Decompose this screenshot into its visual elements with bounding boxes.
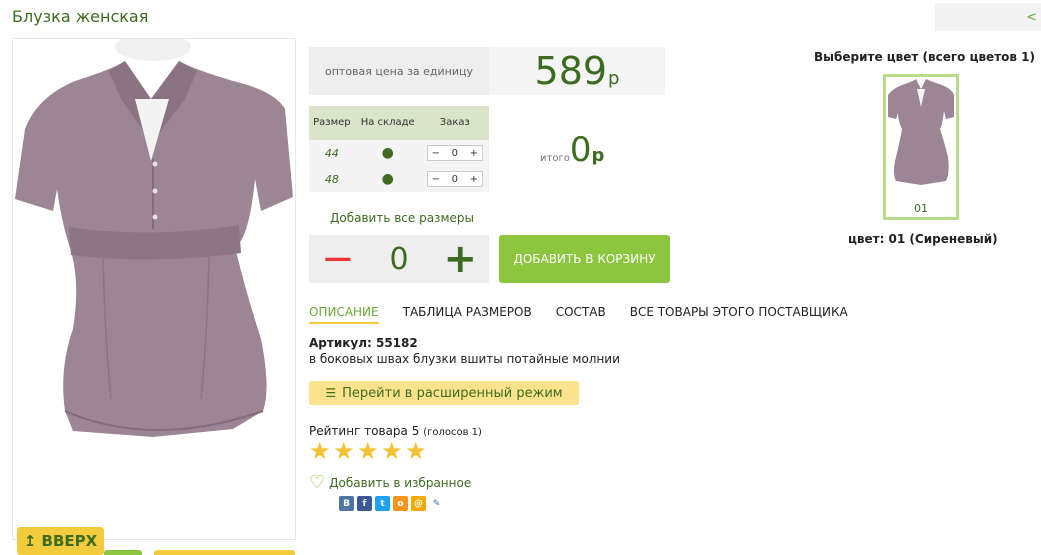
quantity-value[interactable]: 0	[444, 148, 466, 159]
livejournal-icon[interactable]: ✎	[429, 496, 444, 511]
swatch-thumbnail	[888, 79, 954, 185]
quantity-stepper: − 0 +	[426, 145, 483, 161]
minus-button[interactable]: −	[321, 239, 355, 279]
order-cell: − 0 +	[420, 140, 489, 166]
product-tabs: ОПИСАНИЕ ТАБЛИЦА РАЗМЕРОВ СОСТАВ ВСЕ ТОВ…	[309, 305, 848, 324]
star-icon[interactable]: ★	[309, 439, 331, 463]
tab-supplier-products[interactable]: ВСЕ ТОВАРЫ ЭТОГО ПОСТАВЩИКА	[630, 305, 848, 324]
star-icon[interactable]: ★	[405, 439, 427, 463]
bottom-yellow-button[interactable]	[154, 550, 295, 555]
stock-header: На складе	[354, 106, 421, 140]
size-cell: 48	[309, 166, 355, 192]
table-row: 44 ● − 0 +	[309, 140, 489, 166]
decrement-button[interactable]: −	[428, 148, 444, 159]
table-row: 48 ● − 0 +	[309, 166, 489, 192]
price-value: 589 р	[489, 47, 665, 95]
quantity-value[interactable]: 0	[444, 174, 466, 185]
quantity-selector: − 0 +	[309, 235, 489, 283]
article-number: Артикул: 55182	[309, 336, 418, 350]
star-icon[interactable]: ★	[357, 439, 379, 463]
quantity-value[interactable]: 0	[389, 242, 408, 277]
star-icon[interactable]: ★	[381, 439, 403, 463]
price-currency: р	[608, 67, 620, 89]
total-amount: 0	[569, 130, 592, 170]
order-header: Заказ	[420, 106, 489, 140]
social-share: В f t о @ ✎	[339, 496, 444, 511]
add-to-cart-button[interactable]: ДОБАВИТЬ В КОРЗИНУ	[499, 235, 670, 283]
vk-icon[interactable]: В	[339, 496, 354, 511]
facebook-icon[interactable]: f	[357, 496, 372, 511]
total-currency: р	[591, 145, 605, 166]
order-cell: − 0 +	[420, 166, 489, 192]
total-label: итого	[540, 153, 570, 164]
color-heading: Выберите цвет (всего цветов 1)	[814, 50, 1035, 64]
order-total: итого0р	[540, 130, 604, 170]
tab-size-chart[interactable]: ТАБЛИЦА РАЗМЕРОВ	[403, 305, 532, 324]
swatch-code: 01	[914, 202, 928, 215]
selected-color: цвет: 01 (Сиреневый)	[848, 232, 998, 246]
rating-votes: (голосов 1)	[423, 427, 482, 438]
wholesale-price-label: оптовая цена за единицу	[309, 47, 489, 95]
bottom-green-button[interactable]	[104, 550, 142, 555]
tab-description[interactable]: ОПИСАНИЕ	[309, 305, 379, 324]
back-link[interactable]: <	[935, 3, 1041, 31]
mailru-icon[interactable]: @	[411, 496, 426, 511]
decrement-button[interactable]: −	[428, 174, 444, 185]
size-header: Размер	[309, 106, 355, 140]
increment-button[interactable]: +	[466, 174, 482, 185]
advanced-mode-button[interactable]: ☰ Перейти в расширенный режим	[309, 381, 579, 405]
page-title: Блузка женская	[12, 7, 149, 26]
rating-text: Рейтинг товара 5 (голосов 1)	[309, 424, 482, 438]
advanced-mode-label: Перейти в расширенный режим	[342, 385, 563, 401]
tab-composition[interactable]: СОСТАВ	[556, 305, 606, 324]
scroll-up-button[interactable]: ↥ ВВЕРХ	[17, 527, 104, 555]
add-to-favorites[interactable]: ♡ Добавить в избранное	[309, 472, 471, 493]
size-table: Размер На складе Заказ 44 ● − 0 + 48 ● −	[309, 106, 489, 192]
twitter-icon[interactable]: t	[375, 496, 390, 511]
product-image[interactable]	[12, 38, 296, 540]
rating-stars: ★ ★ ★ ★ ★	[309, 439, 427, 463]
heart-icon: ♡	[309, 472, 326, 493]
increment-button[interactable]: +	[466, 148, 482, 159]
favorites-label: Добавить в избранное	[329, 475, 472, 490]
quantity-stepper: − 0 +	[426, 171, 483, 187]
star-icon[interactable]: ★	[333, 439, 355, 463]
rating-label: Рейтинг товара 5	[309, 424, 420, 438]
product-description: в боковых швах блузки вшиты потайные мол…	[309, 352, 620, 366]
add-all-sizes-link[interactable]: Добавить все размеры	[330, 211, 474, 225]
odnoklassniki-icon[interactable]: о	[393, 496, 408, 511]
plus-button[interactable]: +	[443, 239, 477, 279]
stock-indicator: ●	[354, 166, 421, 192]
color-swatch[interactable]: 01	[883, 74, 959, 220]
price-amount: 589	[534, 49, 608, 93]
list-icon: ☰	[325, 386, 337, 400]
stock-indicator: ●	[354, 140, 421, 166]
blouse-illustration	[15, 39, 293, 437]
size-cell: 44	[309, 140, 355, 166]
